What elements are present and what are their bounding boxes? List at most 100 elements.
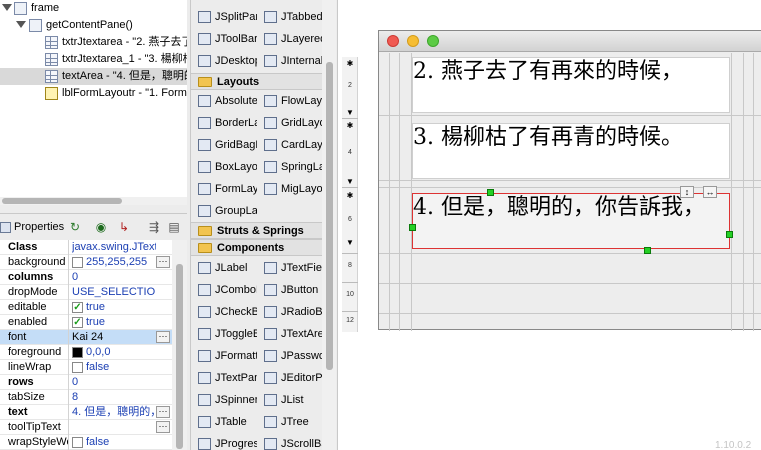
show-advanced-icon[interactable]: ⇶ xyxy=(146,219,162,235)
palette-item-formlayout[interactable]: FormLayout xyxy=(191,178,257,200)
palette-item-jspinner[interactable]: JSpinner xyxy=(191,389,257,411)
property-value[interactable]: 0 xyxy=(72,270,156,285)
resize-handle-top[interactable] xyxy=(487,189,494,196)
goto-definition-icon[interactable]: ◉ xyxy=(93,219,109,235)
edit-dots-button[interactable]: ··· xyxy=(156,421,170,433)
palette-category-struts-springs[interactable]: Struts & Springs xyxy=(191,222,322,239)
color-swatch[interactable] xyxy=(72,347,83,358)
scrollbar-thumb[interactable] xyxy=(326,62,333,370)
expand-arrow-icon[interactable] xyxy=(2,4,12,11)
palette-item-jtextpane[interactable]: JTextPane xyxy=(191,367,257,389)
property-row-font[interactable]: font Kai 24 ··· xyxy=(0,330,172,345)
property-row-editable[interactable]: editable ✓ true xyxy=(0,300,172,315)
minimize-window-icon[interactable] xyxy=(407,35,419,47)
edit-dots-button[interactable]: ··· xyxy=(156,331,170,343)
palette-item-jeditorpane[interactable]: JEditorPane xyxy=(257,367,322,389)
close-window-icon[interactable] xyxy=(387,35,399,47)
show-events-icon[interactable]: ↻ xyxy=(67,219,83,235)
textarea-textArea-selected[interactable]: 4. 但是，聰明的，你告訴我， xyxy=(412,193,730,249)
property-row-tooltiptext[interactable]: toolTipText ··· xyxy=(0,420,172,435)
property-row-columns[interactable]: columns 0 xyxy=(0,270,172,285)
tree-horizontal-scrollbar[interactable] xyxy=(0,197,187,205)
tree-item-textArea[interactable]: textArea - "4. 但是，聰明的，你告訴我，" xyxy=(0,68,187,85)
palette-item-jlayeredpane[interactable]: JLayeredPane xyxy=(257,28,322,50)
property-row-rows[interactable]: rows 0 xyxy=(0,375,172,390)
palette-category-layouts[interactable]: Layouts xyxy=(191,73,322,90)
palette-item-jtabbedpane[interactable]: JTabbedPane xyxy=(257,6,322,28)
palette-item-absolute-layout[interactable]: Absolute layout xyxy=(191,90,257,112)
palette-item-boxlayout[interactable]: BoxLayout xyxy=(191,156,257,178)
resize-handle-left[interactable] xyxy=(409,224,416,231)
palette-item-jtree[interactable]: JTree xyxy=(257,411,322,433)
resize-handle-right[interactable] xyxy=(726,231,733,238)
palette-item-jbutton[interactable]: JButton xyxy=(257,279,322,301)
checkbox-checked[interactable]: ✓ xyxy=(72,302,83,313)
horizontal-resize-icon[interactable]: ↔ xyxy=(703,186,717,198)
tree-item-lblFormLayoutr[interactable]: lblFormLayoutr - "1. Form Layout" xyxy=(0,85,187,102)
edit-dots-button[interactable]: ··· xyxy=(156,256,170,268)
palette-item-jprogressbar[interactable]: JProgressBar xyxy=(191,433,257,450)
palette-item-jtextfield[interactable]: JTextField xyxy=(257,257,322,279)
property-value[interactable]: 4. 但是，聰明的，你告訴我， xyxy=(72,405,156,420)
palette-item-jcombobox[interactable]: JComboBox xyxy=(191,279,257,301)
textarea-txtrJtextarea[interactable]: 2. 燕子去了有再來的時候， xyxy=(412,57,730,113)
property-value[interactable]: 255,255,255 xyxy=(86,255,156,270)
property-row-enabled[interactable]: enabled ✓ true xyxy=(0,315,172,330)
palette-item-flowlayout[interactable]: FlowLayout xyxy=(257,90,322,112)
row-arrow-icon[interactable]: ▼ xyxy=(346,109,354,117)
palette-item-miglayout[interactable]: MigLayout xyxy=(257,178,322,200)
palette-item-grouplayout[interactable]: GroupLayout xyxy=(191,200,257,222)
property-value[interactable]: javax.swing.JTextArea xyxy=(72,240,156,255)
tree-item-frame[interactable]: frame xyxy=(0,0,187,17)
design-frame[interactable]: 2. 燕子去了有再來的時候， 3. 楊柳枯了有再青的時候。 4. 但是，聰明的，… xyxy=(378,30,761,331)
row-arrow-icon[interactable]: ✱ xyxy=(346,122,354,130)
palette-item-jradiobutton[interactable]: JRadioButton xyxy=(257,301,322,323)
property-row-tabsize[interactable]: tabSize 8 xyxy=(0,390,172,405)
vertical-resize-icon[interactable]: ↕ xyxy=(680,186,694,198)
tree-item-txtrJtextarea[interactable]: txtrJtextarea - "2. 燕子去了有再來的時候，" xyxy=(0,34,187,51)
property-value[interactable]: 8 xyxy=(72,390,156,405)
palette-item-jtoolbar[interactable]: JToolBar xyxy=(191,28,257,50)
property-row-linewrap[interactable]: lineWrap false xyxy=(0,360,172,375)
palette-item-springlayout[interactable]: SpringLayout xyxy=(257,156,322,178)
checkbox-unchecked[interactable] xyxy=(72,362,83,373)
palette-item-gridlayout[interactable]: GridLayout xyxy=(257,112,322,134)
row-arrow-icon[interactable]: ▼ xyxy=(346,178,354,186)
property-menu-icon[interactable]: ▤ xyxy=(166,219,182,235)
restore-default-icon[interactable]: ↳ xyxy=(116,219,132,235)
property-row-foreground[interactable]: foreground 0,0,0 xyxy=(0,345,172,360)
property-value[interactable]: Kai 24 xyxy=(72,330,156,345)
palette-item-jinternalframe[interactable]: JInternalFrame xyxy=(257,50,322,72)
property-row-background[interactable]: background 255,255,255 ··· xyxy=(0,255,172,270)
row-arrow-icon[interactable]: ▼ xyxy=(346,239,354,247)
property-row-wrapstyleword[interactable]: wrapStyleWord false xyxy=(0,435,172,450)
checkbox-checked[interactable]: ✓ xyxy=(72,317,83,328)
textarea-txtrJtextarea-1[interactable]: 3. 楊柳枯了有再青的時候。 xyxy=(412,123,730,179)
palette-item-cardlayout[interactable]: CardLayout xyxy=(257,134,322,156)
palette-item-jpasswordfield[interactable]: JPasswordField xyxy=(257,345,322,367)
palette-item-jtextarea[interactable]: JTextArea xyxy=(257,323,322,345)
palette-item-jscrollbar[interactable]: JScrollBar xyxy=(257,433,322,450)
palette-item-jtogglebutton[interactable]: JToggleButton xyxy=(191,323,257,345)
property-value[interactable]: 0 xyxy=(72,375,156,390)
color-swatch[interactable] xyxy=(72,257,83,268)
palette-item-jlist[interactable]: JList xyxy=(257,389,322,411)
content-pane[interactable]: 2. 燕子去了有再來的時候， 3. 楊柳枯了有再青的時候。 4. 但是，聰明的，… xyxy=(379,53,761,331)
palette-item-jtable[interactable]: JTable xyxy=(191,411,257,433)
property-value[interactable]: USE_SELECTION xyxy=(72,285,156,300)
property-row-dropmode[interactable]: dropMode USE_SELECTION xyxy=(0,285,172,300)
expand-arrow-icon[interactable] xyxy=(16,21,26,28)
zoom-window-icon[interactable] xyxy=(427,35,439,47)
row-arrow-icon[interactable]: ✱ xyxy=(346,192,354,200)
palette-item-jformattedtextfield[interactable]: JFormattedTextField xyxy=(191,345,257,367)
palette-category-components[interactable]: Components xyxy=(191,239,322,256)
palette-item-jsplitpane[interactable]: JSplitPane xyxy=(191,6,257,28)
palette-item-borderlayout[interactable]: BorderLayout xyxy=(191,112,257,134)
palette-scrollbar[interactable] xyxy=(322,0,336,450)
scrollbar-thumb[interactable] xyxy=(176,264,183,449)
tab-properties[interactable]: Properties xyxy=(0,217,64,238)
property-row-text[interactable]: text 4. 但是，聰明的，你告訴我， ··· xyxy=(0,405,172,420)
properties-scrollbar[interactable] xyxy=(172,240,187,450)
checkbox-unchecked[interactable] xyxy=(72,437,83,448)
palette-item-gridbaglayout[interactable]: GridBagLayout xyxy=(191,134,257,156)
